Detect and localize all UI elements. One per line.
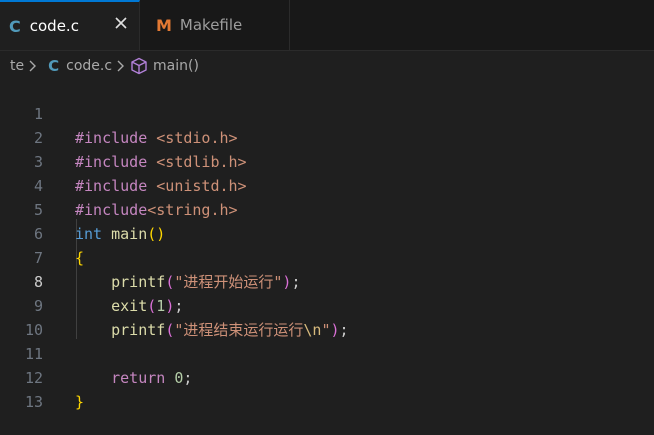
code-line[interactable]: 11 return 0; [0, 318, 654, 387]
chevron-right-icon [116, 60, 125, 72]
code-line[interactable]: 10 [0, 294, 654, 339]
tab-makefile[interactable]: M Makefile [140, 0, 290, 50]
breadcrumb-file[interactable]: code.c [66, 58, 112, 74]
chevron-right-icon [28, 60, 37, 72]
c-file-icon: C [9, 16, 21, 36]
line-number: 13 [24, 393, 43, 411]
code-line[interactable]: 4 #include<string.h> [0, 150, 654, 219]
code-line-active[interactable]: 8 exit(1); [0, 246, 654, 315]
tab-code-c[interactable]: C code.c [0, 0, 140, 50]
code-line[interactable]: 13 [0, 366, 654, 411]
tab-label: Makefile [179, 16, 243, 34]
code-line[interactable]: 6 { [0, 198, 654, 267]
tab-bar: C code.c M Makefile [0, 0, 654, 51]
code-line[interactable]: 12 } [0, 342, 654, 411]
code-line[interactable]: 2 #include <stdlib.h> [0, 102, 654, 171]
breadcrumb: te C code.c main() [0, 51, 654, 81]
brace: } [75, 393, 85, 411]
breadcrumb-folder[interactable]: te [10, 58, 24, 74]
code-line[interactable]: 9 printf("进程结束运行运行\n"); [0, 270, 654, 339]
breadcrumb-symbol[interactable]: main() [153, 58, 199, 74]
code-line[interactable]: 7 printf("进程开始运行"); [0, 222, 654, 291]
code-line[interactable]: 5 int main() [0, 174, 654, 243]
makefile-icon: M [156, 15, 172, 35]
c-file-icon: C [48, 57, 60, 75]
code-line[interactable]: 1 #include <stdio.h> [0, 78, 654, 147]
code-line[interactable]: 3 #include <unistd.h> [0, 126, 654, 195]
method-cube-icon [130, 57, 148, 75]
close-icon[interactable] [112, 14, 130, 32]
tab-label: code.c [29, 17, 79, 35]
